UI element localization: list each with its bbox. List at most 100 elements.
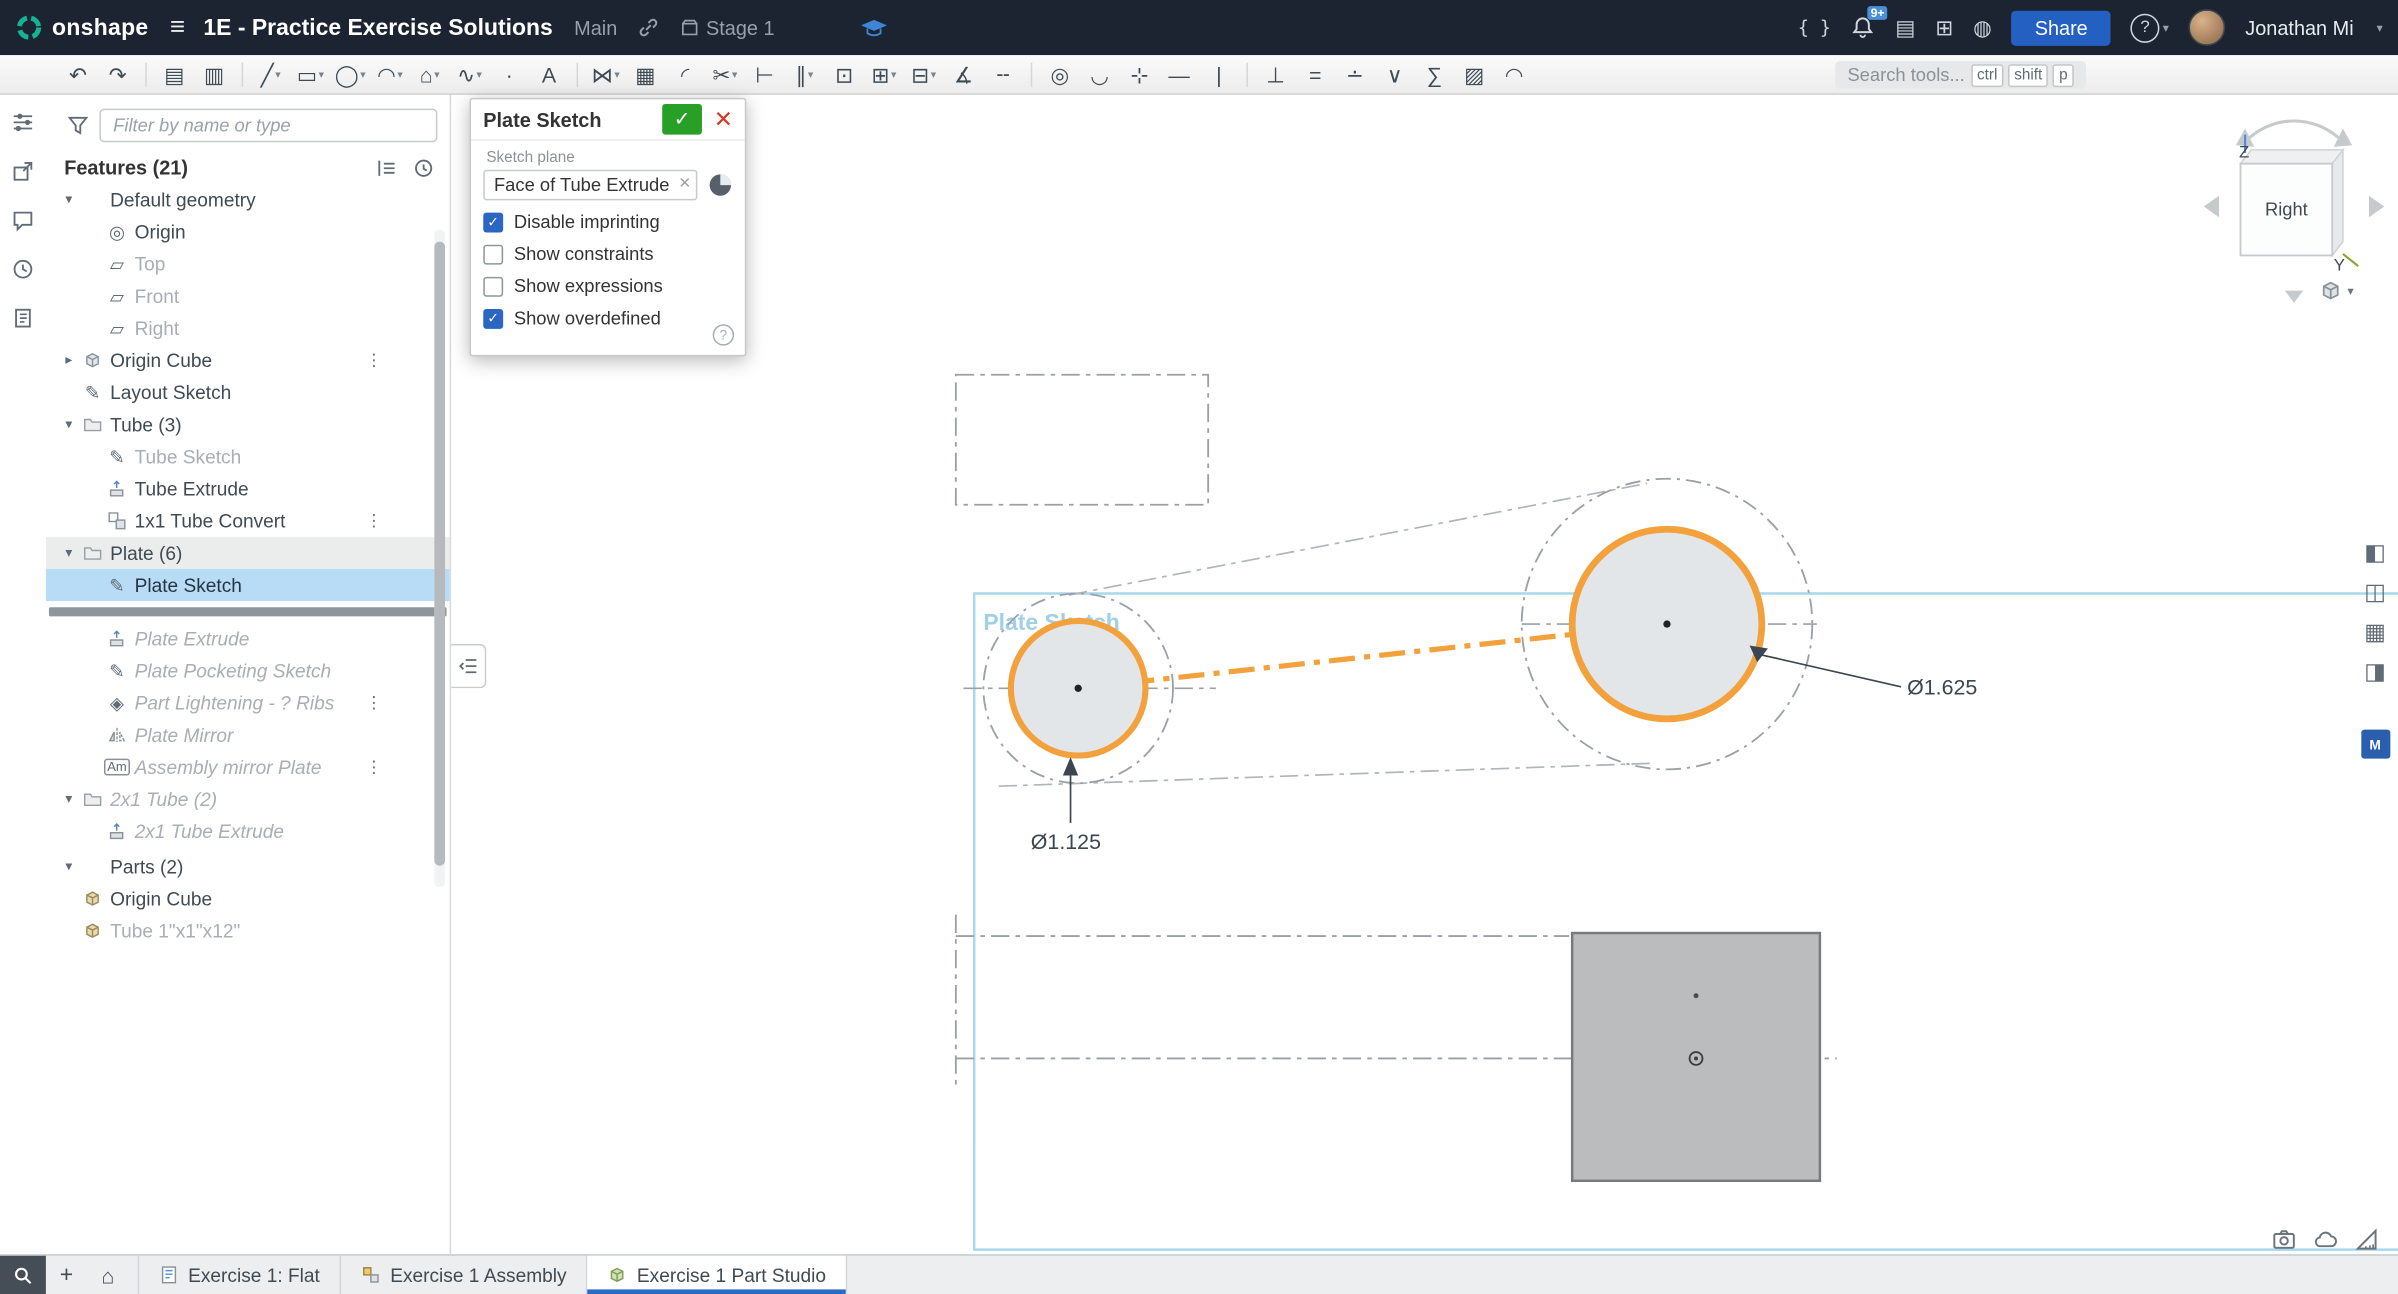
tab-exercise-1-assembly[interactable]: Exercise 1 Assembly [341,1256,588,1294]
sketch-plane-input[interactable] [483,170,697,201]
status-orb-icon[interactable]: ◍ [1973,15,1992,41]
feature-row[interactable]: ▾2x1 Tube (2) [46,783,450,815]
share-button[interactable]: Share [2012,10,2111,45]
use-project-tool-icon[interactable]: ⊡ [827,57,861,91]
feature-row[interactable]: ✎Tube Sketch [46,441,450,473]
feature-row[interactable]: AmAssembly mirror Plate⋮ [46,751,450,783]
curvature-icon[interactable]: ◠ [1497,57,1531,91]
copy-icon[interactable]: ▤ [158,57,192,91]
vertical-constraint-icon[interactable]: | [1202,57,1236,91]
add-tab-button[interactable]: + [46,1256,87,1294]
feature-row[interactable]: ▾Plate (6) [46,537,450,569]
dropdown-caret-icon[interactable]: ▾ [434,68,439,80]
feature-row[interactable]: ▾Parts (2) [46,850,450,882]
rollback-history-icon[interactable] [413,157,434,178]
mirror-tool-icon[interactable]: ⋈▾ [589,57,623,91]
appearance-panel-icon[interactable] [2361,694,2390,723]
dropdown-caret-icon[interactable]: ▾ [614,68,619,80]
feature-row[interactable]: ✎Plate Pocketing Sketch [46,655,450,687]
offset-tool-icon[interactable]: ∥▾ [788,57,822,91]
home-button[interactable]: ⌂ [87,1256,128,1294]
square-part[interactable] [1572,933,1820,1181]
feature-row[interactable]: Tube Extrude [46,473,450,505]
pattern-tool-icon[interactable]: ▦ [629,57,663,91]
tree-caret-icon[interactable]: ▾ [58,791,79,808]
onshape-logo[interactable]: onshape [15,14,148,42]
dropdown-caret-icon[interactable]: ▾ [891,68,896,80]
feature-row[interactable]: Plate Mirror [46,719,450,751]
dropdown-caret-icon[interactable]: ▾ [808,68,813,80]
insert-feature-icon[interactable] [376,157,397,178]
feature-row[interactable]: ✎Layout Sketch [46,376,450,408]
convert-tool-icon[interactable]: ⊟▾ [907,57,941,91]
user-name[interactable]: Jonathan Mi [2245,16,2353,39]
notifications-bell-icon[interactable]: 9+ [1851,15,1875,39]
named-views-panel-icon[interactable]: ◨ [2358,655,2392,689]
polygon-tool-icon[interactable]: ⌂▾ [413,57,447,91]
feature-row[interactable]: Plate Extrude [46,623,450,655]
fillet-tool-icon[interactable]: ◜ [668,57,702,91]
spline-tool-icon[interactable]: ∿▾ [453,57,487,91]
hatch-icon[interactable]: ▨ [1457,57,1491,91]
extend-tool-icon[interactable]: ⊢ [748,57,782,91]
history-icon[interactable] [11,257,35,281]
dropdown-caret-icon[interactable]: ▾ [397,68,402,80]
clear-selection-icon[interactable]: ✕ [678,176,691,193]
publish-icon[interactable] [11,159,35,183]
point-tool-icon[interactable]: ∙ [492,57,526,91]
dialog-option[interactable]: ✓Show overdefined [483,307,732,328]
cancel-button[interactable]: ✕ [710,104,738,135]
dropdown-caret-icon[interactable]: ▾ [360,68,365,80]
section-view-panel-icon[interactable]: ◫ [2358,575,2392,609]
isolate-panel-icon[interactable]: ◧ [2358,535,2392,569]
context-pie-icon[interactable] [708,173,732,197]
search-tabs-button[interactable] [0,1256,46,1294]
learning-center-icon[interactable] [860,18,889,38]
help-menu[interactable]: ? ▾ [2131,13,2169,42]
display-states-panel-icon[interactable]: ▦ [2358,615,2392,649]
comments-icon[interactable] [11,208,35,232]
concentric-constraint-icon[interactable]: ◎ [1043,57,1077,91]
feature-row[interactable]: ▾Tube (3) [46,408,450,440]
main-menu-icon[interactable]: ≡ [170,12,185,43]
tab-exercise-1-part-studio[interactable]: Exercise 1 Part Studio [588,1256,847,1294]
tangent-line-top[interactable] [1069,483,1647,595]
feature-row[interactable]: 1x1 Tube Convert⋮ [46,505,450,537]
checkbox-icon[interactable]: ✓ [483,212,503,232]
configurations-icon[interactable] [11,110,35,134]
rotate-left-arrow-icon[interactable] [2204,196,2219,217]
midpoint-constraint-icon[interactable]: ∸ [1338,57,1372,91]
construction-rectangle[interactable] [956,375,1208,505]
user-menu-caret-icon[interactable]: ▾ [2377,21,2383,35]
center-point-small[interactable] [1075,685,1082,692]
line-tool-icon[interactable]: ╱▾ [254,57,288,91]
tab-exercise-1-flat[interactable]: Exercise 1: Flat [138,1256,342,1294]
rollback-bar[interactable] [49,607,447,616]
checkbox-icon[interactable] [483,244,503,264]
search-tools[interactable]: Search tools... ctrlshiftp [1835,61,2086,89]
checkbox-icon[interactable] [483,276,503,296]
branch-name[interactable]: Main [574,16,617,39]
dialog-option[interactable]: Show constraints [483,243,732,264]
paste-icon[interactable]: ▥ [197,57,231,91]
linear-pattern-tool-icon[interactable]: ⊞▾ [867,57,901,91]
view-cube[interactable]: Right Z Y [2195,107,2394,306]
document-list-icon[interactable]: ▤ [1895,15,1915,41]
context-badge-icon[interactable]: ⋮ [366,511,383,531]
dimension-large[interactable]: Ø1.625 [1750,645,1978,699]
context-badge-icon[interactable]: ⋮ [366,757,383,777]
accept-button[interactable]: ✓ [662,104,702,135]
feature-row[interactable]: Tube 1"x1"x12" [46,915,450,947]
rectangle-tool-icon[interactable]: ▭▾ [294,57,328,91]
perpendicular-constraint-icon[interactable]: ⊥ [1259,57,1293,91]
context-badge-icon[interactable]: ⋮ [366,693,383,713]
app-grid-icon[interactable]: ⊞ [1935,15,1953,41]
checkbox-icon[interactable]: ✓ [483,308,503,328]
feature-row[interactable]: ▸Origin Cube⋮ [46,344,450,376]
dropdown-caret-icon[interactable]: ▾ [477,68,482,80]
dropdown-caret-icon[interactable]: ▾ [319,68,324,80]
sync-cloud-icon[interactable] [2312,1227,2338,1253]
feature-tree-scrollbar[interactable] [434,229,445,887]
custom-app-panel-icon[interactable]: M [2361,730,2390,759]
version-link-icon[interactable] [636,15,660,39]
